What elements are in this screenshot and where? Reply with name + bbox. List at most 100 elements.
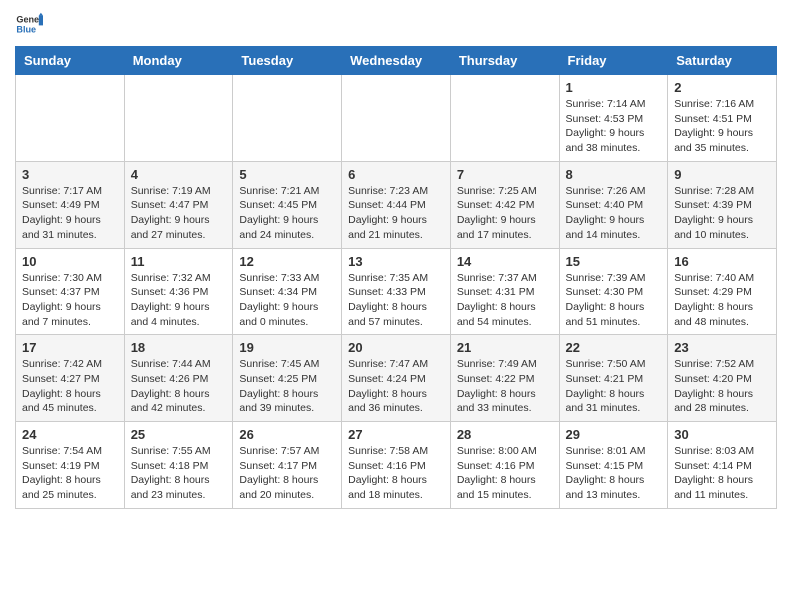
calendar-cell: 2 Sunrise: 7:16 AM Sunset: 4:51 PM Daylig… [668,75,777,162]
calendar-cell: 14 Sunrise: 7:37 AM Sunset: 4:31 PM Dayli… [450,248,559,335]
calendar-cell: 10Sunrise: 7:30 AM Sunset: 4:37 PM Dayli… [16,248,125,335]
calendar-cell: 6 Sunrise: 7:23 AM Sunset: 4:44 PM Daylig… [342,161,451,248]
day-number: 4 [131,167,227,182]
calendar-cell: 26 Sunrise: 7:57 AM Sunset: 4:17 PM Dayli… [233,422,342,509]
day-info: Sunrise: 7:55 AM Sunset: 4:18 PM Dayligh… [131,444,227,503]
day-info: Sunrise: 7:16 AM Sunset: 4:51 PM Dayligh… [674,97,770,156]
day-info: Sunrise: 7:23 AM Sunset: 4:44 PM Dayligh… [348,184,444,243]
day-info: Sunrise: 7:25 AM Sunset: 4:42 PM Dayligh… [457,184,553,243]
logo-icon: General Blue [15,10,43,38]
header-sunday: Sunday [16,47,125,75]
calendar-week-1: 1 Sunrise: 7:14 AM Sunset: 4:53 PM Daylig… [16,75,777,162]
calendar-cell [450,75,559,162]
day-info: Sunrise: 7:32 AM Sunset: 4:36 PM Dayligh… [131,271,227,330]
day-number: 19 [239,340,335,355]
day-info: Sunrise: 7:19 AM Sunset: 4:47 PM Dayligh… [131,184,227,243]
calendar-cell: 4 Sunrise: 7:19 AM Sunset: 4:47 PM Daylig… [124,161,233,248]
day-number: 15 [566,254,662,269]
day-number: 25 [131,427,227,442]
day-info: Sunrise: 7:40 AM Sunset: 4:29 PM Dayligh… [674,271,770,330]
calendar-cell [16,75,125,162]
day-info: Sunrise: 8:00 AM Sunset: 4:16 PM Dayligh… [457,444,553,503]
day-info: Sunrise: 7:17 AM Sunset: 4:49 PM Dayligh… [22,184,118,243]
calendar-cell: 13 Sunrise: 7:35 AM Sunset: 4:33 PM Dayli… [342,248,451,335]
day-info: Sunrise: 7:37 AM Sunset: 4:31 PM Dayligh… [457,271,553,330]
calendar-cell: 28 Sunrise: 8:00 AM Sunset: 4:16 PM Dayli… [450,422,559,509]
calendar-cell: 17Sunrise: 7:42 AM Sunset: 4:27 PM Dayli… [16,335,125,422]
calendar-cell: 9 Sunrise: 7:28 AM Sunset: 4:39 PM Daylig… [668,161,777,248]
day-number: 8 [566,167,662,182]
day-info: Sunrise: 7:26 AM Sunset: 4:40 PM Dayligh… [566,184,662,243]
day-number: 12 [239,254,335,269]
day-number: 9 [674,167,770,182]
calendar-cell: 29Sunrise: 8:01 AM Sunset: 4:15 PM Dayli… [559,422,668,509]
svg-text:Blue: Blue [16,24,36,34]
header-saturday: Saturday [668,47,777,75]
calendar-cell [342,75,451,162]
day-info: Sunrise: 7:49 AM Sunset: 4:22 PM Dayligh… [457,357,553,416]
day-number: 13 [348,254,444,269]
day-info: Sunrise: 8:03 AM Sunset: 4:14 PM Dayligh… [674,444,770,503]
day-info: Sunrise: 7:35 AM Sunset: 4:33 PM Dayligh… [348,271,444,330]
day-number: 21 [457,340,553,355]
calendar-cell: 1 Sunrise: 7:14 AM Sunset: 4:53 PM Daylig… [559,75,668,162]
calendar-week-2: 3Sunrise: 7:17 AM Sunset: 4:49 PM Daylig… [16,161,777,248]
calendar-cell: 20 Sunrise: 7:47 AM Sunset: 4:24 PM Dayli… [342,335,451,422]
header-tuesday: Tuesday [233,47,342,75]
day-number: 10 [22,254,118,269]
day-info: Sunrise: 7:45 AM Sunset: 4:25 PM Dayligh… [239,357,335,416]
calendar-cell: 15 Sunrise: 7:39 AM Sunset: 4:30 PM Dayli… [559,248,668,335]
header-wednesday: Wednesday [342,47,451,75]
day-number: 20 [348,340,444,355]
calendar-cell: 22Sunrise: 7:50 AM Sunset: 4:21 PM Dayli… [559,335,668,422]
calendar-cell: 12 Sunrise: 7:33 AM Sunset: 4:34 PM Dayli… [233,248,342,335]
calendar-cell: 5 Sunrise: 7:21 AM Sunset: 4:45 PM Daylig… [233,161,342,248]
header-friday: Friday [559,47,668,75]
day-number: 30 [674,427,770,442]
day-number: 27 [348,427,444,442]
calendar-cell [233,75,342,162]
calendar-cell: 11Sunrise: 7:32 AM Sunset: 4:36 PM Dayli… [124,248,233,335]
calendar-week-5: 24 Sunrise: 7:54 AM Sunset: 4:19 PM Dayli… [16,422,777,509]
calendar-cell: 8 Sunrise: 7:26 AM Sunset: 4:40 PM Daylig… [559,161,668,248]
header-thursday: Thursday [450,47,559,75]
logo: General Blue [15,10,47,38]
day-info: Sunrise: 8:01 AM Sunset: 4:15 PM Dayligh… [566,444,662,503]
calendar-cell: 24 Sunrise: 7:54 AM Sunset: 4:19 PM Dayli… [16,422,125,509]
day-info: Sunrise: 7:58 AM Sunset: 4:16 PM Dayligh… [348,444,444,503]
calendar-cell: 18 Sunrise: 7:44 AM Sunset: 4:26 PM Dayli… [124,335,233,422]
calendar-cell: 23Sunrise: 7:52 AM Sunset: 4:20 PM Dayli… [668,335,777,422]
calendar-cell: 7 Sunrise: 7:25 AM Sunset: 4:42 PM Daylig… [450,161,559,248]
day-number: 7 [457,167,553,182]
day-number: 24 [22,427,118,442]
calendar-cell [124,75,233,162]
day-info: Sunrise: 7:28 AM Sunset: 4:39 PM Dayligh… [674,184,770,243]
day-info: Sunrise: 7:33 AM Sunset: 4:34 PM Dayligh… [239,271,335,330]
day-info: Sunrise: 7:39 AM Sunset: 4:30 PM Dayligh… [566,271,662,330]
calendar-cell: 16 Sunrise: 7:40 AM Sunset: 4:29 PM Dayli… [668,248,777,335]
calendar-cell: 21 Sunrise: 7:49 AM Sunset: 4:22 PM Dayli… [450,335,559,422]
day-info: Sunrise: 7:57 AM Sunset: 4:17 PM Dayligh… [239,444,335,503]
header-monday: Monday [124,47,233,75]
day-info: Sunrise: 7:44 AM Sunset: 4:26 PM Dayligh… [131,357,227,416]
day-number: 18 [131,340,227,355]
day-info: Sunrise: 7:50 AM Sunset: 4:21 PM Dayligh… [566,357,662,416]
day-info: Sunrise: 7:52 AM Sunset: 4:20 PM Dayligh… [674,357,770,416]
day-number: 17 [22,340,118,355]
calendar-cell: 27 Sunrise: 7:58 AM Sunset: 4:16 PM Dayli… [342,422,451,509]
day-number: 28 [457,427,553,442]
day-number: 16 [674,254,770,269]
day-number: 2 [674,80,770,95]
day-info: Sunrise: 7:14 AM Sunset: 4:53 PM Dayligh… [566,97,662,156]
calendar-header-row: SundayMondayTuesdayWednesdayThursdayFrid… [16,47,777,75]
day-number: 14 [457,254,553,269]
day-info: Sunrise: 7:47 AM Sunset: 4:24 PM Dayligh… [348,357,444,416]
day-info: Sunrise: 7:21 AM Sunset: 4:45 PM Dayligh… [239,184,335,243]
day-number: 1 [566,80,662,95]
day-number: 26 [239,427,335,442]
calendar-cell: 30 Sunrise: 8:03 AM Sunset: 4:14 PM Dayli… [668,422,777,509]
calendar-week-4: 17Sunrise: 7:42 AM Sunset: 4:27 PM Dayli… [16,335,777,422]
day-info: Sunrise: 7:54 AM Sunset: 4:19 PM Dayligh… [22,444,118,503]
day-number: 6 [348,167,444,182]
day-number: 5 [239,167,335,182]
